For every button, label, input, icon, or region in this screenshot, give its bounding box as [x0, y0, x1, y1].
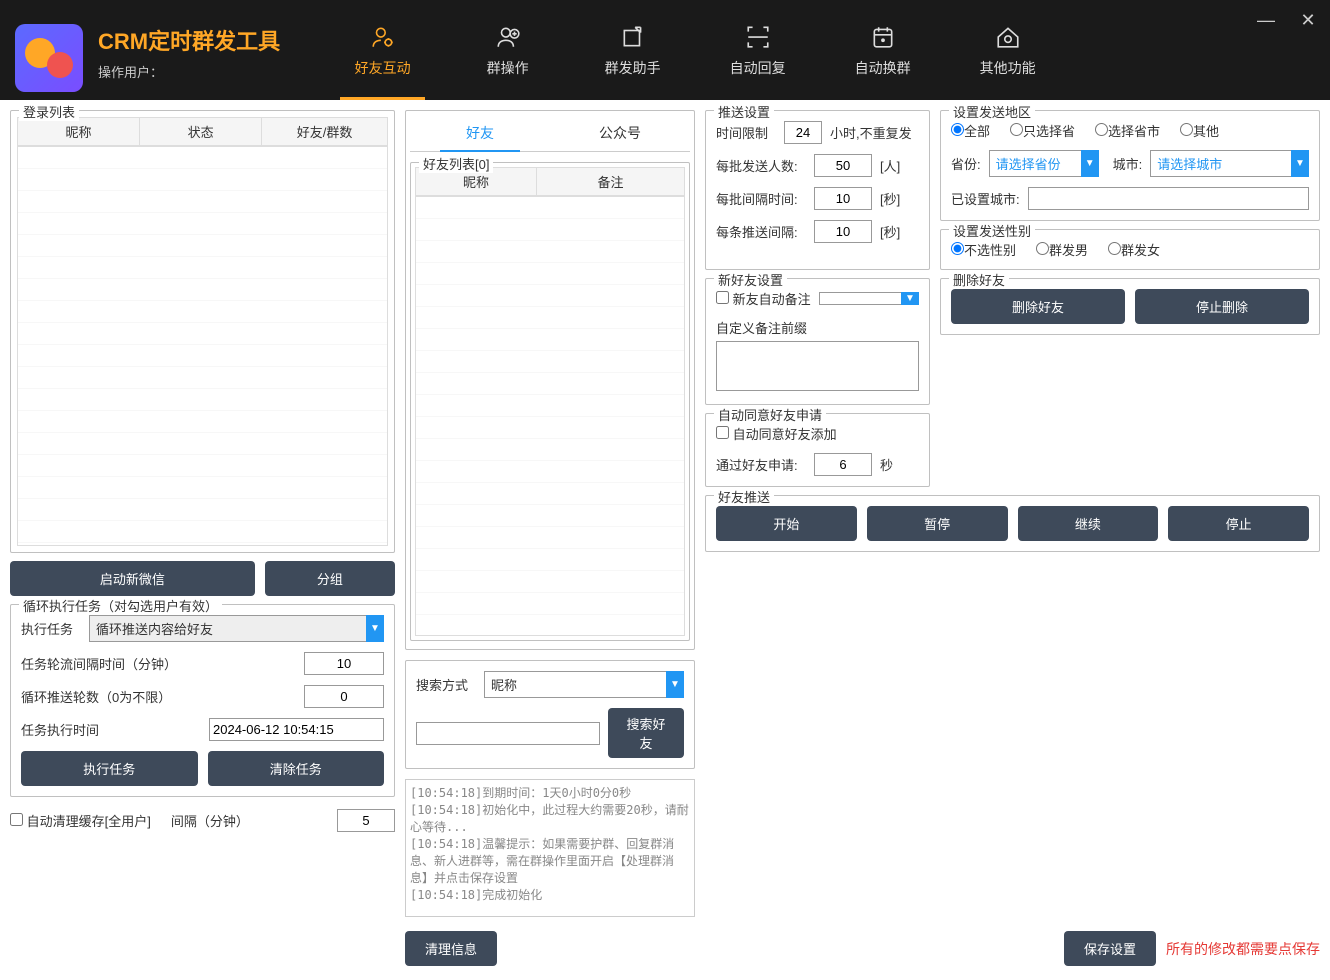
region-province-radio[interactable]: 只选择省	[1010, 121, 1075, 140]
login-list-body[interactable]	[17, 146, 388, 546]
search-method-select[interactable]: 昵称	[484, 671, 666, 698]
task-select[interactable]: 循环推送内容给好友	[89, 615, 366, 642]
login-list-panel: 登录列表 昵称 状态 好友/群数	[10, 110, 395, 553]
auto-clear-checkbox[interactable]: 自动清理缓存[全用户]	[10, 811, 151, 830]
auto-remark-select[interactable]	[819, 292, 901, 305]
search-friend-button[interactable]: 搜索好友	[608, 708, 684, 758]
city-select[interactable]: 请选择城市	[1150, 150, 1291, 177]
chevron-down-icon[interactable]: ▼	[1291, 150, 1309, 177]
region-all-radio[interactable]: 全部	[951, 121, 990, 140]
nav-group-ops[interactable]: 群操作	[445, 0, 570, 100]
nav-friend-interact[interactable]: 好友互动	[320, 0, 445, 100]
save-warning-text: 所有的修改都需要点保存	[1166, 939, 1320, 959]
tab-public-account[interactable]: 公众号	[550, 115, 690, 151]
auto-accept-checkbox[interactable]: 自动同意好友添加	[716, 424, 837, 443]
friend-list-panel: 好友 公众号 好友列表[0] 昵称 备注	[405, 110, 695, 650]
chevron-down-icon[interactable]: ▼	[366, 615, 384, 642]
chevron-down-icon[interactable]: ▼	[1081, 150, 1099, 177]
loop-task-panel: 循环执行任务（对勾选用户有效） 执行任务 循环推送内容给好友 ▼ 任务轮流间隔时…	[10, 604, 395, 797]
friend-list-body[interactable]	[415, 196, 685, 636]
push-start-button[interactable]: 开始	[716, 506, 857, 541]
gender-panel: 设置发送性别 不选性别 群发男 群发女	[940, 229, 1320, 270]
login-list-table: 昵称 状态 好友/群数	[17, 117, 388, 146]
close-button[interactable]: ✕	[1296, 8, 1320, 32]
app-title: CRM定时群发工具	[98, 24, 280, 56]
search-panel: 搜索方式 昵称 ▼ 搜索好友	[405, 660, 695, 769]
set-cities-input[interactable]	[1028, 187, 1309, 210]
gear-house-icon	[993, 22, 1023, 52]
search-input[interactable]	[416, 722, 600, 745]
gender-female-radio[interactable]: 群发女	[1108, 240, 1160, 259]
minimize-button[interactable]: —	[1254, 8, 1278, 32]
region-city-radio[interactable]: 选择省市	[1095, 121, 1160, 140]
delete-friend-panel: 删除好友 删除好友 停止删除	[940, 278, 1320, 335]
auto-clear-gap-input[interactable]	[337, 809, 395, 832]
scan-icon	[743, 22, 773, 52]
stop-delete-button[interactable]: 停止删除	[1135, 289, 1309, 324]
region-panel: 设置发送地区 全部 只选择省 选择省市 其他 省份: 请选择省份▼ 城市: 请选…	[940, 110, 1320, 221]
push-stop-button[interactable]: 停止	[1168, 506, 1309, 541]
auto-remark-checkbox[interactable]: 新友自动备注	[716, 289, 811, 308]
friend-push-panel: 好友推送 开始 暂停 继续 停止	[705, 495, 1320, 552]
app-logo-icon	[15, 24, 83, 92]
clear-task-button[interactable]: 清除任务	[208, 751, 385, 786]
province-select[interactable]: 请选择省份	[989, 150, 1081, 177]
save-settings-button[interactable]: 保存设置	[1064, 931, 1156, 966]
accept-delay-input[interactable]	[814, 453, 872, 476]
item-gap-input[interactable]	[814, 220, 872, 243]
clear-info-button[interactable]: 清理信息	[405, 931, 497, 966]
task-rounds-input[interactable]	[304, 685, 384, 708]
nav-send-helper[interactable]: 群发助手	[570, 0, 695, 100]
gender-none-radio[interactable]: 不选性别	[951, 240, 1016, 259]
user-plus-icon	[493, 22, 523, 52]
nav-other[interactable]: 其他功能	[945, 0, 1070, 100]
push-pause-button[interactable]: 暂停	[867, 506, 1008, 541]
time-limit-input[interactable]	[784, 121, 822, 144]
nav-auto-switch[interactable]: 自动换群	[820, 0, 945, 100]
delete-friend-button[interactable]: 删除好友	[951, 289, 1125, 324]
title-bar: CRM定时群发工具 操作用户： 好友互动 群操作 群发助手 自动回复 自动换群 …	[0, 0, 1330, 100]
start-new-wechat-button[interactable]: 启动新微信	[10, 561, 255, 596]
gender-male-radio[interactable]: 群发男	[1036, 240, 1088, 259]
user-label: 操作用户：	[98, 62, 280, 81]
remark-prefix-input[interactable]	[716, 341, 919, 391]
user-gear-icon	[368, 22, 398, 52]
batch-gap-input[interactable]	[814, 187, 872, 210]
task-interval-input[interactable]	[304, 652, 384, 675]
push-settings-panel: 推送设置 时间限制小时,不重复发 每批发送人数:[人] 每批间隔时间:[秒] 每…	[705, 110, 930, 270]
new-friend-panel: 新好友设置 新友自动备注 ▼ 自定义备注前缀	[705, 278, 930, 405]
calendar-icon	[868, 22, 898, 52]
exec-task-button[interactable]: 执行任务	[21, 751, 198, 786]
nav-auto-reply[interactable]: 自动回复	[695, 0, 820, 100]
chevron-down-icon[interactable]: ▼	[901, 292, 919, 305]
region-other-radio[interactable]: 其他	[1180, 121, 1219, 140]
tab-friend[interactable]: 好友	[410, 115, 550, 151]
push-continue-button[interactable]: 继续	[1018, 506, 1159, 541]
share-icon	[618, 22, 648, 52]
log-panel[interactable]: [10:54:18]到期时间：1天0小时0分0秒 [10:54:18]初始化中，…	[405, 779, 695, 917]
chevron-down-icon[interactable]: ▼	[666, 671, 684, 698]
batch-size-input[interactable]	[814, 154, 872, 177]
task-exec-time-input[interactable]	[209, 718, 384, 741]
auto-accept-panel: 自动同意好友申请 自动同意好友添加 通过好友申请: 秒	[705, 413, 930, 487]
group-button[interactable]: 分组	[265, 561, 395, 596]
